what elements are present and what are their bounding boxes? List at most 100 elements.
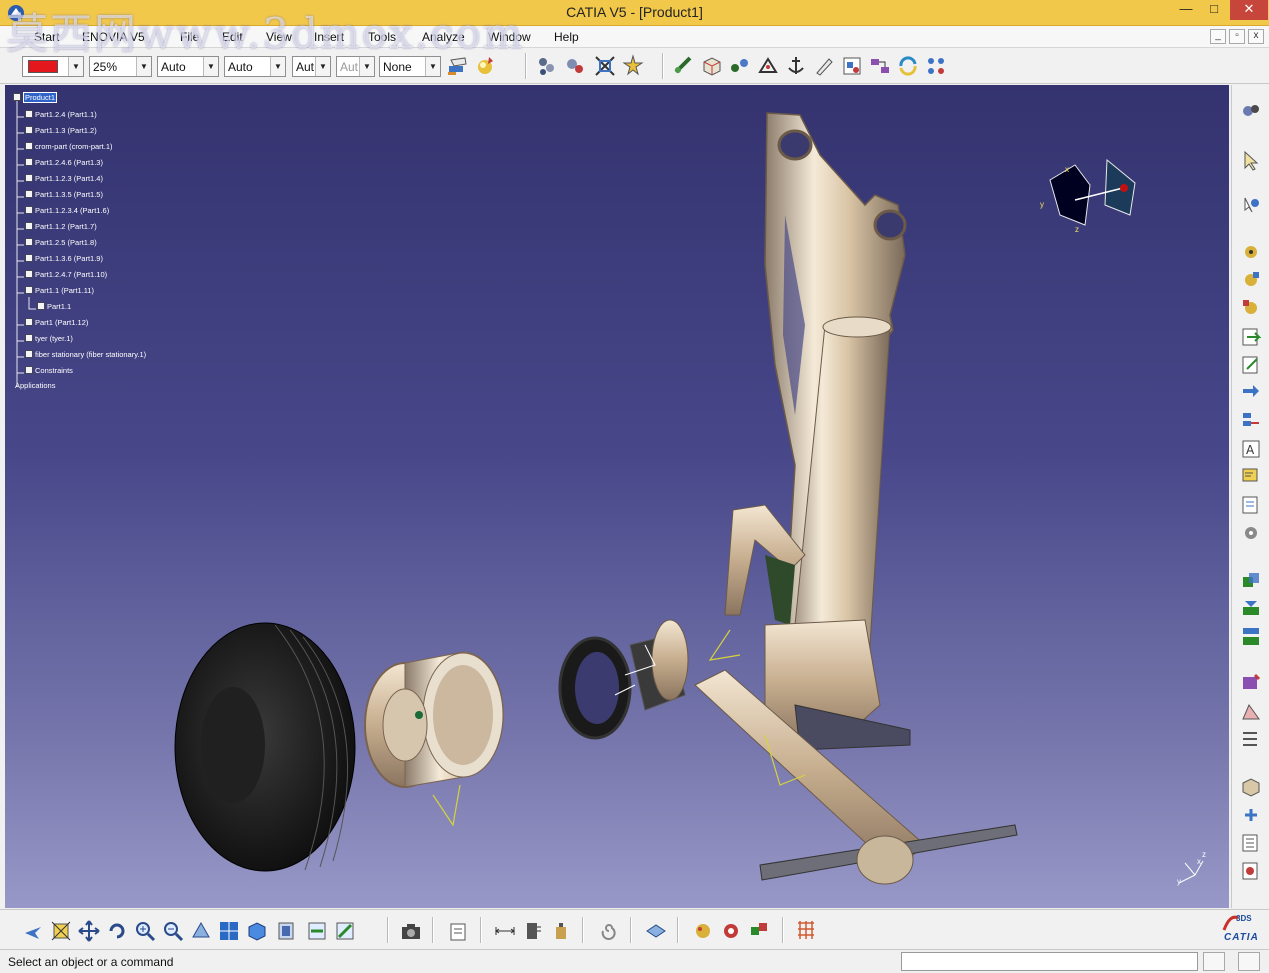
pencil-icon[interactable]: [812, 54, 836, 78]
fit-all-in-icon[interactable]: [49, 919, 73, 943]
menu-window[interactable]: Window: [488, 30, 531, 44]
menu-help[interactable]: Help: [554, 30, 579, 44]
offset-icon[interactable]: [1239, 625, 1263, 649]
pan-icon[interactable]: [77, 919, 101, 943]
maximize-button[interactable]: □: [1200, 0, 1228, 20]
normal-view-icon[interactable]: [189, 919, 213, 943]
mdi-restore-button[interactable]: ▫: [1229, 29, 1245, 44]
chevron-down-icon[interactable]: ▼: [68, 57, 83, 76]
product-mgmt-icon[interactable]: [535, 54, 559, 78]
close-button[interactable]: ✕: [1230, 0, 1268, 20]
point-symbol-combo[interactable]: Aut ▼: [292, 56, 331, 77]
star-wand-icon[interactable]: [621, 54, 645, 78]
menu-start[interactable]: Start: [34, 30, 59, 44]
color-combo[interactable]: ▼: [22, 56, 84, 77]
rim-hub: [382, 688, 428, 762]
iso-view-icon[interactable]: [245, 919, 269, 943]
chevron-down-icon[interactable]: ▼: [315, 57, 330, 76]
coincidence-icon[interactable]: [1239, 569, 1263, 593]
fix-icon[interactable]: [1239, 671, 1263, 695]
shading-icon[interactable]: [275, 919, 299, 943]
menu-view[interactable]: View: [266, 30, 292, 44]
command-history-button[interactable]: [1203, 952, 1225, 971]
component-icon[interactable]: [563, 54, 587, 78]
measure-between-icon[interactable]: [493, 919, 517, 943]
apply-material-icon[interactable]: [719, 919, 743, 943]
menu-insert[interactable]: Insert: [314, 30, 344, 44]
clash-icon[interactable]: [1239, 859, 1263, 883]
menu-tools[interactable]: Tools: [368, 30, 396, 44]
command-expand-button[interactable]: [1238, 952, 1260, 971]
clipboard-icon[interactable]: [446, 919, 470, 943]
cylinder-top: [822, 316, 892, 338]
rotate-icon[interactable]: [105, 919, 129, 943]
mdi-close-button[interactable]: x: [1248, 29, 1264, 44]
chevron-down-icon[interactable]: ▼: [136, 57, 151, 76]
menu-analyze[interactable]: Analyze: [422, 30, 465, 44]
menu-edit[interactable]: Edit: [222, 30, 243, 44]
layer-plane-icon[interactable]: [644, 919, 668, 943]
catalog-icon[interactable]: [840, 54, 864, 78]
positioning-icon[interactable]: [1239, 353, 1263, 377]
svg-text:A: A: [1246, 443, 1255, 457]
measure-inertia-icon[interactable]: [549, 919, 573, 943]
assembly-gear-icon[interactable]: [1239, 240, 1263, 264]
anchor-icon[interactable]: [784, 54, 808, 78]
reorder-icon[interactable]: [1239, 727, 1263, 751]
constraint-icon[interactable]: [672, 54, 696, 78]
menu-file[interactable]: File: [180, 30, 199, 44]
fly-mode-icon[interactable]: [21, 919, 45, 943]
chevron-down-icon[interactable]: ▼: [203, 57, 218, 76]
cube-icon[interactable]: [700, 54, 724, 78]
angle-icon[interactable]: [1239, 699, 1263, 723]
hide-show-icon[interactable]: [305, 919, 329, 943]
spiral-icon[interactable]: [597, 919, 621, 943]
measure-item-icon[interactable]: [521, 919, 545, 943]
material-icon[interactable]: [474, 54, 498, 78]
snap-icon[interactable]: [756, 54, 780, 78]
render-icon[interactable]: [691, 919, 715, 943]
new-component-icon[interactable]: [1239, 268, 1263, 292]
gears-icon[interactable]: [1239, 99, 1263, 123]
select-cursor-icon[interactable]: [1239, 149, 1263, 173]
compass-widget[interactable]: [1035, 155, 1145, 240]
zoom-out-icon[interactable]: [161, 919, 185, 943]
scene-icon[interactable]: [747, 919, 771, 943]
update-links-icon[interactable]: [868, 54, 892, 78]
chevron-down-icon[interactable]: ▼: [425, 57, 440, 76]
contact-icon[interactable]: [1239, 597, 1263, 621]
painter-icon[interactable]: [446, 54, 470, 78]
flag-note-icon[interactable]: [1239, 465, 1263, 489]
mdi-minimize-button[interactable]: _: [1210, 29, 1226, 44]
line-thickness-combo[interactable]: Auto ▼: [157, 56, 219, 77]
zoom-in-icon[interactable]: [133, 919, 157, 943]
3d-viewport[interactable]: Product1 Part1.2.4 (Part1.1) Part1.1.3 (…: [5, 85, 1229, 908]
chevron-down-icon[interactable]: ▼: [270, 57, 285, 76]
refresh-icon[interactable]: [896, 54, 920, 78]
manipulate-icon[interactable]: [728, 54, 752, 78]
bom-icon[interactable]: [1239, 831, 1263, 855]
menu-enovia[interactable]: ENOVIA V5: [82, 30, 145, 44]
multi-view-icon[interactable]: [217, 919, 241, 943]
constraints-gear-icon[interactable]: [1239, 521, 1263, 545]
multi-select-icon[interactable]: [924, 54, 948, 78]
minimize-button[interactable]: —: [1172, 0, 1200, 20]
manipulation-icon[interactable]: [1239, 803, 1263, 827]
sheet-icon[interactable]: [1239, 493, 1263, 517]
swap-space-icon[interactable]: [333, 919, 357, 943]
fit-all-icon[interactable]: [593, 54, 617, 78]
transparency-combo[interactable]: 25% ▼: [89, 56, 152, 77]
new-product-icon[interactable]: [1239, 296, 1263, 320]
existing-component-icon[interactable]: [1239, 325, 1263, 349]
explode-icon[interactable]: [1239, 775, 1263, 799]
camera-icon[interactable]: [399, 919, 423, 943]
replace-icon[interactable]: [1239, 381, 1263, 405]
toolbar-separator: [582, 917, 584, 943]
layer-combo[interactable]: None ▼: [379, 56, 441, 77]
command-input[interactable]: [901, 952, 1198, 971]
grid-icon[interactable]: [794, 919, 818, 943]
select-trap-icon[interactable]: [1239, 193, 1263, 217]
graph-tree-icon[interactable]: [1239, 409, 1263, 433]
line-type-combo[interactable]: Auto ▼: [224, 56, 286, 77]
text-annotation-icon[interactable]: A: [1239, 437, 1263, 461]
